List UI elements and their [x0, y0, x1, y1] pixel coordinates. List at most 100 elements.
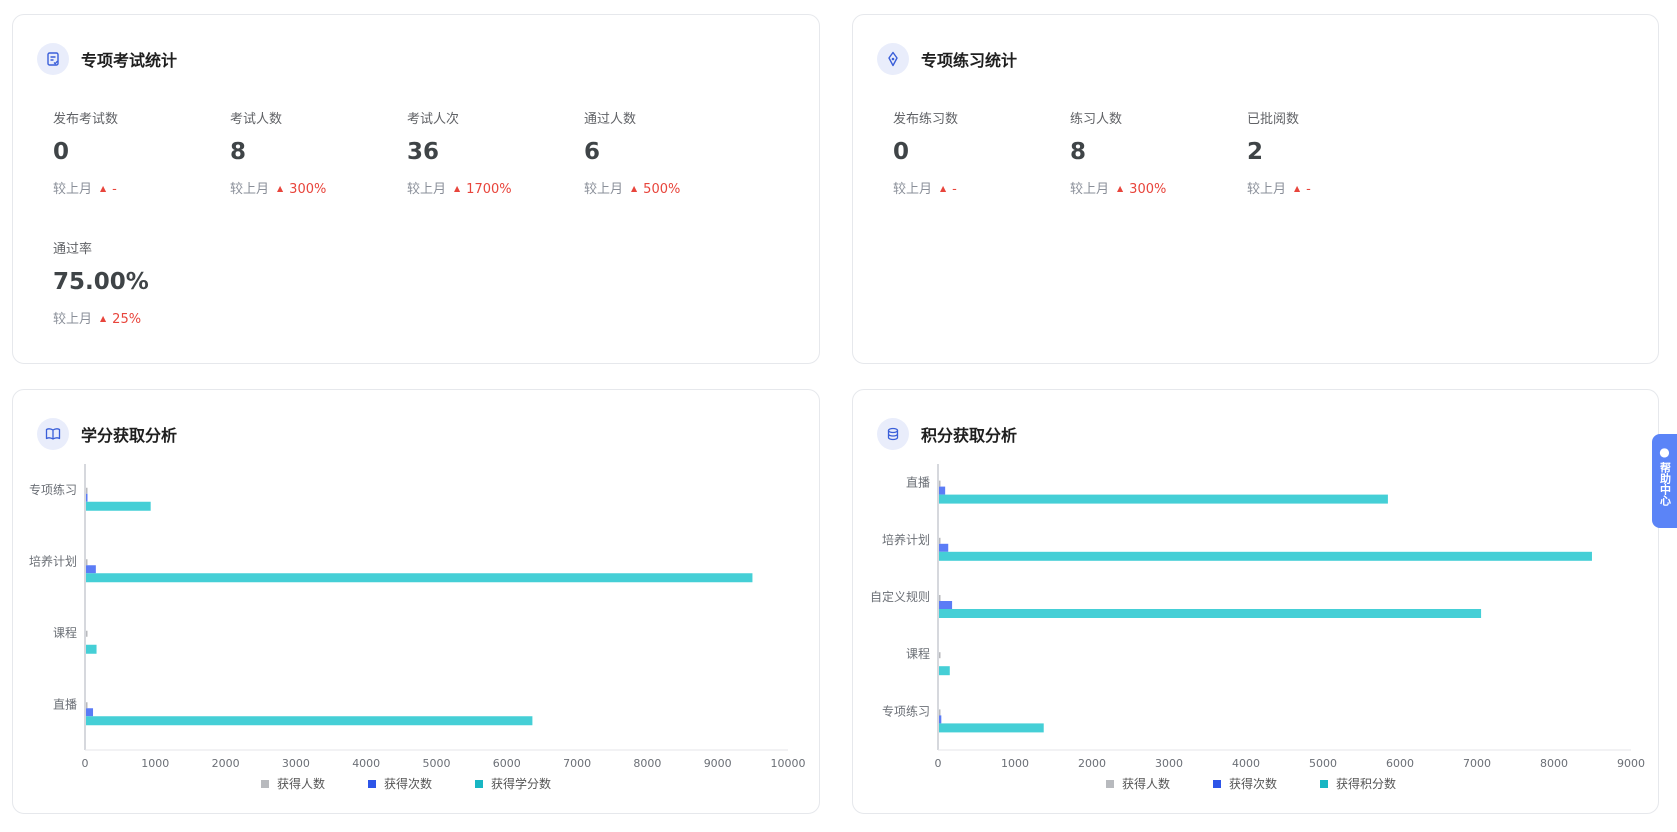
- delta-value: 300%: [289, 182, 327, 197]
- y-category-label: 课程: [53, 625, 77, 640]
- lightbulb-icon: ●: [1659, 445, 1670, 459]
- bar-people: [86, 702, 88, 709]
- bar-times: [939, 486, 946, 495]
- stat-label: 通过人数: [584, 112, 637, 127]
- legend-label: 获得次数: [384, 776, 432, 791]
- legend-label: 获得人数: [1122, 776, 1170, 791]
- bar-times: [939, 715, 942, 724]
- stat-label: 练习人数: [1070, 112, 1123, 127]
- stat-exam-people: 考试人数 8 较上月 ▲ 300%: [230, 111, 400, 200]
- x-tick-label: 9000: [1617, 757, 1645, 770]
- stat-passed-people: 通过人数 6 较上月 ▲ 500%: [584, 111, 754, 200]
- legend-label: 获得人数: [277, 776, 325, 791]
- y-category-label: 培养计划: [29, 553, 77, 568]
- stat-value: 0: [893, 139, 910, 165]
- legend-label: 获得次数: [1229, 776, 1277, 791]
- bar-times: [86, 708, 94, 717]
- bar-value: [939, 723, 1044, 733]
- y-category-label: 自定义规则: [870, 589, 930, 604]
- exam-icon: [37, 43, 69, 75]
- up-arrow-icon: ▲: [1117, 184, 1124, 193]
- x-tick-label: 3000: [1155, 757, 1183, 770]
- stat-label: 发布练习数: [893, 112, 959, 127]
- x-tick-label: 1000: [141, 757, 169, 770]
- legend-swatch: [1106, 780, 1114, 788]
- y-category-label: 专项练习: [29, 482, 77, 497]
- delta-value: -: [112, 182, 117, 197]
- bar-people: [939, 595, 941, 601]
- credit-bar-chart: 0 1000 2000 3000 4000 5000 6000 7000 8000 9000 100…: [29, 464, 806, 791]
- stat-compare: 较上月 ▲ 500%: [584, 181, 754, 200]
- x-tick-label: 0: [935, 757, 942, 770]
- stat-label: 已批阅数: [1247, 112, 1300, 127]
- delta-value: -: [952, 182, 957, 197]
- pen-icon: [877, 43, 909, 75]
- bar-value: [939, 609, 1482, 618]
- stat-value: 75.00%: [53, 269, 149, 295]
- x-tick-label: 4000: [352, 757, 380, 770]
- y-category-label: 课程: [906, 646, 930, 661]
- x-tick-label: 5000: [1309, 757, 1337, 770]
- help-center-button[interactable]: ● 帮助中心: [1652, 434, 1677, 528]
- points-bar-chart: 0 1000 2000 3000 4000 5000 6000 7000 8000 9000 直播培…: [870, 464, 1645, 791]
- delta-value: 1700%: [466, 182, 512, 197]
- x-tick-label: 6000: [493, 757, 521, 770]
- x-tick-label: 7000: [563, 757, 591, 770]
- delta-value: 500%: [643, 182, 681, 197]
- stat-label: 发布考试数: [53, 112, 119, 127]
- legend-swatch: [475, 780, 483, 788]
- bar-people: [939, 652, 941, 659]
- stat-reviewed: 已批阅数 2 较上月 ▲ -: [1247, 111, 1417, 200]
- y-category-label: 培养计划: [882, 532, 930, 547]
- stat-published-practices: 发布练习数 0 较上月 ▲ -: [893, 111, 1063, 200]
- bar-value: [86, 644, 97, 654]
- bar-people: [86, 630, 88, 637]
- bar-value: [86, 573, 753, 583]
- points-analysis-card: 积分获取分析 0 1000 2000 3000 4000 5000 6000 7000 8000…: [852, 389, 1659, 814]
- stat-compare: 较上月 ▲ -: [1247, 181, 1417, 200]
- bar-value: [86, 716, 533, 726]
- stat-compare: 较上月 ▲ 25%: [53, 311, 223, 330]
- compare-label: 较上月: [1070, 182, 1110, 197]
- x-tick-label: 7000: [1463, 757, 1491, 770]
- x-tick-label: 5000: [423, 757, 451, 770]
- practice-stats-card: 专项练习统计 发布练习数 0 较上月 ▲ - 练习人数 8 较上月 ▲ 300% 已批阅…: [852, 14, 1659, 364]
- practice-stats-title: 专项练习统计: [921, 51, 1018, 70]
- legend-swatch: [1213, 780, 1221, 788]
- y-category-label: 直播: [906, 476, 930, 490]
- x-tick-label: 3000: [282, 757, 310, 770]
- stat-value: 0: [53, 139, 70, 165]
- x-tick-label: 2000: [1078, 757, 1106, 770]
- x-tick-label: 6000: [1386, 757, 1414, 770]
- stat-value: 6: [584, 139, 601, 165]
- bar-people: [939, 480, 941, 487]
- exam-stats-title: 专项考试统计: [81, 51, 178, 70]
- compare-label: 较上月: [584, 182, 624, 197]
- stat-compare: 较上月 ▲ 300%: [230, 181, 400, 200]
- compare-label: 较上月: [53, 182, 93, 197]
- bar-people: [86, 487, 88, 494]
- stat-compare: 较上月 ▲ -: [893, 181, 1063, 200]
- y-category-label: 专项练习: [882, 703, 930, 718]
- stat-pass-rate: 通过率 75.00% 较上月 ▲ 25%: [53, 241, 223, 330]
- x-tick-label: 8000: [633, 757, 661, 770]
- x-tick-label: 1000: [1001, 757, 1029, 770]
- stat-compare: 较上月 ▲ 1700%: [407, 181, 577, 200]
- bar-people: [939, 709, 941, 716]
- bar-times: [86, 493, 88, 502]
- legend-label: 获得积分数: [1336, 776, 1396, 791]
- bar-value: [86, 501, 151, 511]
- stat-published-exams: 发布考试数 0 较上月 ▲ -: [53, 111, 223, 200]
- compare-label: 较上月: [53, 312, 93, 327]
- bar-people: [86, 559, 88, 566]
- up-arrow-icon: ▲: [100, 314, 107, 323]
- up-arrow-icon: ▲: [454, 184, 461, 193]
- legend-swatch: [368, 780, 376, 788]
- stat-value: 36: [407, 139, 440, 165]
- y-category-label: 直播: [53, 697, 77, 711]
- exam-stats-header: 专项考试统计: [37, 43, 177, 75]
- x-tick-label: 2000: [212, 757, 240, 770]
- x-tick-label: 4000: [1232, 757, 1260, 770]
- exam-stats-card: 专项考试统计 发布考试数 0 较上月 ▲ - 考试人数 8 较上月 ▲ 300% 考试人…: [12, 14, 820, 364]
- compare-label: 较上月: [407, 182, 447, 197]
